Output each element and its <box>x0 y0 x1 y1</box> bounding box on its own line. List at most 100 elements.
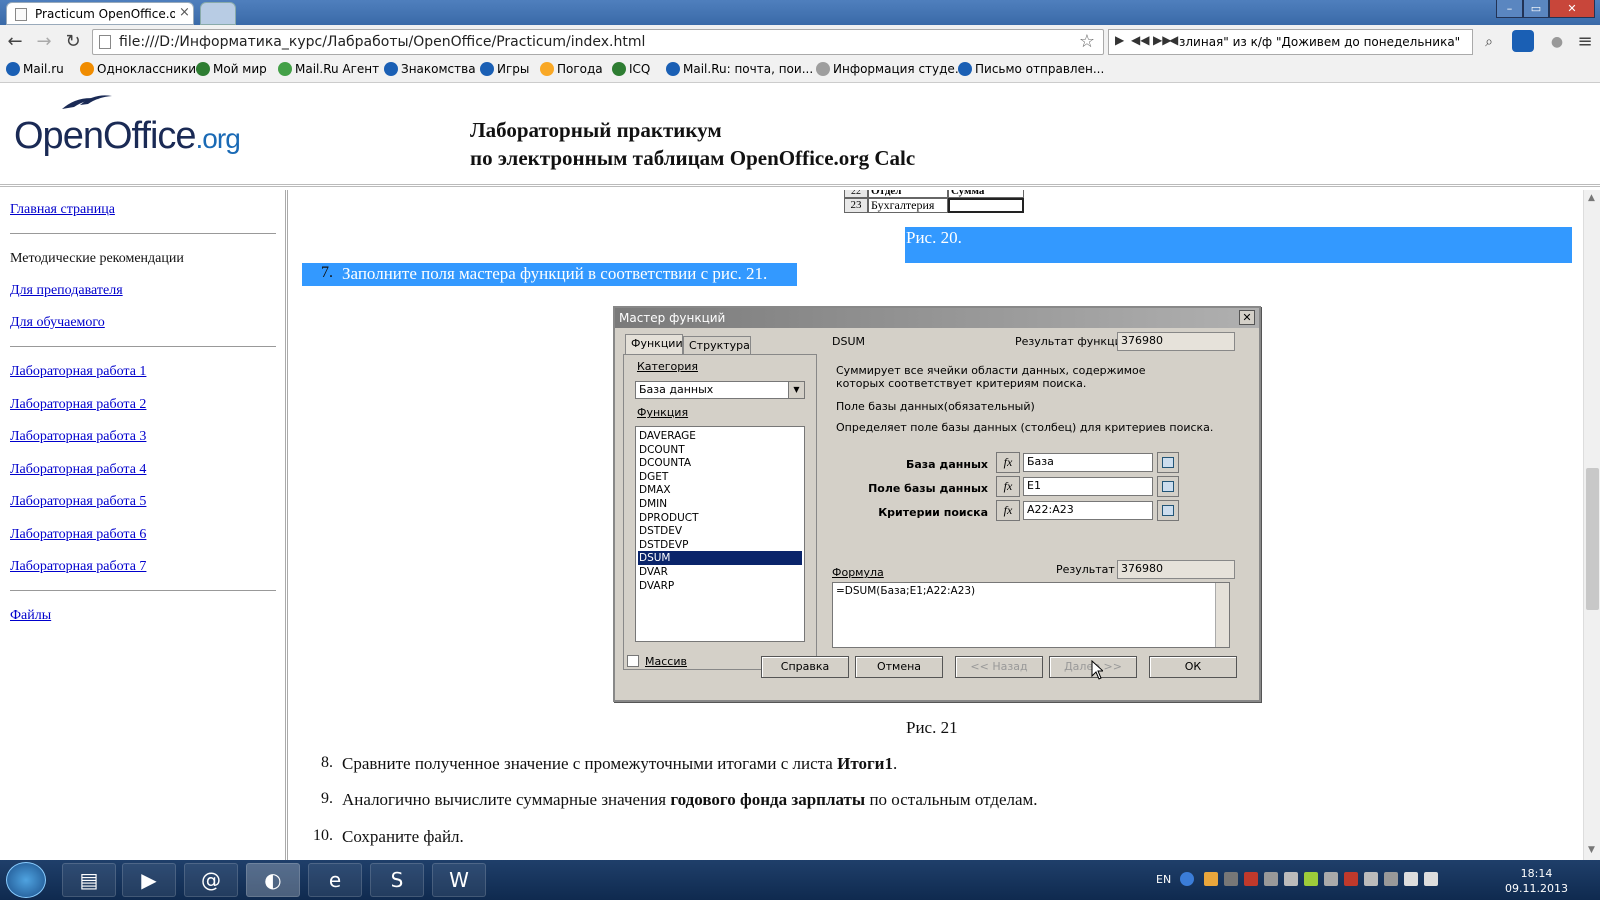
minimize-button[interactable]: – <box>1496 0 1523 18</box>
arg-input-criteria[interactable]: A22:A23 <box>1023 501 1153 520</box>
sidebar-link-student[interactable]: Для обучаемого <box>10 315 105 331</box>
bookmark-item[interactable]: Mail.Ru: почта, пои... <box>666 62 813 76</box>
sidebar-link-lab-2[interactable]: Лабораторная работа 2 <box>10 397 146 413</box>
start-button[interactable] <box>6 862 46 898</box>
tray-app-icon[interactable] <box>1204 872 1218 886</box>
prev-track-icon[interactable]: ◀◀ <box>1131 33 1149 47</box>
bookmark-star-icon[interactable]: ☆ <box>1079 31 1095 52</box>
fx-button[interactable]: fx <box>996 452 1020 473</box>
function-list-item[interactable]: DCOUNT <box>638 443 802 457</box>
bookmark-item[interactable]: Мой мир <box>196 62 267 76</box>
bookmark-item[interactable]: Знакомства <box>384 62 476 76</box>
language-indicator[interactable]: EN <box>1156 873 1171 886</box>
array-checkbox[interactable] <box>627 655 639 667</box>
tray-app-icon[interactable] <box>1304 872 1318 886</box>
arg-input-field[interactable]: E1 <box>1023 477 1153 496</box>
tab-close-icon[interactable]: × <box>179 5 190 20</box>
back-icon[interactable]: ← <box>4 31 26 53</box>
flag-icon[interactable] <box>1264 872 1278 886</box>
bookmark-item[interactable]: Mail.ru <box>6 62 64 76</box>
new-tab-button[interactable] <box>200 2 236 25</box>
bookmark-item[interactable]: ICQ <box>612 62 650 76</box>
ie-icon[interactable]: e <box>308 863 362 897</box>
sidebar-link-lab-4[interactable]: Лабораторная работа 4 <box>10 462 146 478</box>
fx-button[interactable]: fx <box>996 500 1020 521</box>
shrink-select-icon[interactable] <box>1157 476 1179 497</box>
maximize-button[interactable]: ▭ <box>1523 0 1549 18</box>
address-bar[interactable]: file:///D:/Информатика_курс/Лабработы/Op… <box>92 29 1104 55</box>
menu-icon[interactable]: ≡ <box>1574 31 1596 53</box>
help-button[interactable]: Справка <box>761 656 849 678</box>
search-icon[interactable]: ⌕ <box>1478 31 1500 53</box>
chevron-down-icon[interactable]: ▼ <box>788 382 804 398</box>
word-icon[interactable]: W <box>432 863 486 897</box>
function-list-item[interactable]: DSUM <box>638 551 802 566</box>
tray-app-icon[interactable] <box>1284 872 1298 886</box>
sidebar-link-lab-1[interactable]: Лабораторная работа 1 <box>10 364 146 380</box>
fx-button[interactable]: fx <box>996 476 1020 497</box>
formula-editor[interactable]: =DSUM(База;E1;A22:A23) <box>832 582 1230 648</box>
bookmark-item[interactable]: Погода <box>540 62 603 76</box>
shrink-select-icon[interactable] <box>1157 452 1179 473</box>
ok-button[interactable]: ОК <box>1149 656 1237 678</box>
function-list-item[interactable]: DSTDEVP <box>638 538 802 552</box>
play-icon[interactable]: ▶ <box>1115 33 1124 47</box>
volume-icon[interactable]: ◀ <box>1169 33 1178 47</box>
function-list-item[interactable]: DGET <box>638 470 802 484</box>
tab-structure[interactable]: Структура <box>683 336 751 355</box>
sidebar-link-teacher[interactable]: Для преподавателя <box>10 283 123 299</box>
cancel-button[interactable]: Отмена <box>855 656 943 678</box>
sidebar-link-files[interactable]: Файлы <box>10 608 51 624</box>
bookmark-item[interactable]: Письмо отправлен... <box>958 62 1104 76</box>
bluetooth-icon[interactable] <box>1224 872 1238 886</box>
sidebar-link-home[interactable]: Главная страница <box>10 202 115 218</box>
tray-app-icon[interactable] <box>1244 872 1258 886</box>
function-list-item[interactable]: DMAX <box>638 483 802 497</box>
tray-app-icon[interactable] <box>1324 872 1338 886</box>
function-list[interactable]: DAVERAGE DCOUNT DCOUNTA DGET DMAX DMIN DPRODUC… <box>635 426 805 642</box>
bookmark-item[interactable]: Одноклассники <box>80 62 196 76</box>
music-player-widget[interactable]: ▶ ◀◀ ▶▶ ◀ злиная" из к/ф "Доживем до пон… <box>1108 29 1473 55</box>
tab-practicum[interactable]: Practicum OpenOffice.org × <box>6 2 194 25</box>
sidebar-link-lab-3[interactable]: Лабораторная работа 3 <box>10 429 146 445</box>
tray-app-icon[interactable] <box>1384 872 1398 886</box>
folder-icon[interactable]: ▤ <box>62 863 116 897</box>
scroll-up-icon[interactable]: ▲ <box>1588 193 1595 203</box>
url-text[interactable]: file:///D:/Информатика_курс/Лабработы/Op… <box>119 34 645 50</box>
shrink-select-icon[interactable] <box>1157 500 1179 521</box>
clock[interactable]: 18:14 09.11.2013 <box>1505 866 1568 896</box>
tab-functions[interactable]: Функции <box>625 334 683 354</box>
bookmark-item[interactable]: Mail.Ru Агент <box>278 62 379 76</box>
help-icon[interactable] <box>1180 872 1194 886</box>
bookmark-item[interactable]: Информация студе... <box>816 62 966 76</box>
media-player-icon[interactable]: ▶ <box>122 863 176 897</box>
scroll-thumb[interactable] <box>1586 468 1599 610</box>
skype-icon[interactable]: S <box>370 863 424 897</box>
formula-scrollbar[interactable] <box>1215 583 1229 647</box>
sidebar-link-lab-6[interactable]: Лабораторная работа 6 <box>10 527 146 543</box>
browser-chrome-icon[interactable]: ◐ <box>246 863 300 897</box>
network-icon[interactable] <box>1404 872 1418 886</box>
mail-agent-icon[interactable]: @ <box>184 863 238 897</box>
function-list-item[interactable]: DPRODUCT <box>638 511 802 525</box>
function-list-item[interactable]: DCOUNTA <box>638 456 802 470</box>
openoffice-logo[interactable]: OpenOffice.org <box>14 115 241 158</box>
function-list-item[interactable]: DVARP <box>638 579 802 593</box>
bookmark-item[interactable]: Игры <box>480 62 529 76</box>
function-list-item[interactable]: DSTDEV <box>638 524 802 538</box>
mail-notifier-icon[interactable] <box>1512 30 1534 52</box>
arg-input-database[interactable]: База <box>1023 453 1153 472</box>
sidebar-link-lab-5[interactable]: Лабораторная работа 5 <box>10 494 146 510</box>
extension-icon[interactable]: ● <box>1546 31 1568 53</box>
back-button[interactable]: << Назад <box>955 656 1043 678</box>
category-select[interactable]: База данных ▼ <box>635 381 805 399</box>
tray-app-icon[interactable] <box>1344 872 1358 886</box>
tray-app-icon[interactable] <box>1364 872 1378 886</box>
volume-icon[interactable] <box>1424 872 1438 886</box>
function-list-item[interactable]: DAVERAGE <box>638 429 802 443</box>
scroll-down-icon[interactable]: ▼ <box>1588 845 1595 855</box>
function-list-item[interactable]: DVAR <box>638 565 802 579</box>
close-window-button[interactable]: ✕ <box>1549 0 1595 18</box>
sidebar-link-lab-7[interactable]: Лабораторная работа 7 <box>10 559 146 575</box>
reload-icon[interactable]: ↻ <box>62 31 84 53</box>
